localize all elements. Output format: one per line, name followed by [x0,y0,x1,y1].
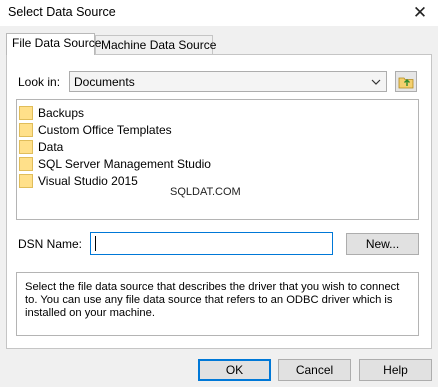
file-label: Backups [38,106,85,120]
button-bar: OK Cancel Help [0,349,438,387]
tab-machine-data-source[interactable]: Machine Data Source [95,35,216,55]
close-button[interactable]: ✕ [402,0,438,26]
folder-up-icon [398,77,414,89]
folder-icon [19,157,33,171]
list-item[interactable]: Data [19,139,63,155]
help-button[interactable]: Help [359,359,432,381]
dsn-name-input[interactable] [90,232,333,255]
title-bar: Select Data Source ✕ [0,0,438,26]
folder-icon [19,174,33,188]
folder-icon [19,123,33,137]
description-box: Select the file data source that describ… [16,272,419,336]
list-item[interactable]: SQL Server Management Studio [19,156,211,172]
look-in-combobox[interactable]: Documents [69,71,387,92]
look-in-value: Documents [74,75,135,89]
ok-button[interactable]: OK [198,359,271,381]
text-caret [95,236,96,251]
list-item[interactable]: Backups [19,105,84,121]
folder-icon [19,140,33,154]
list-item[interactable]: Visual Studio 2015 [19,173,138,189]
tab-file-data-source[interactable]: File Data Source [6,33,101,55]
file-label: SQL Server Management Studio [38,157,211,171]
dsn-name-label: DSN Name: [18,237,83,251]
watermark: SQLDAT.COM [170,186,241,198]
up-one-level-button[interactable] [395,71,417,92]
file-label: Custom Office Templates [38,123,172,137]
chevron-down-icon[interactable] [369,73,383,90]
folder-icon [19,106,33,120]
file-label: Visual Studio 2015 [38,174,138,188]
list-item[interactable]: Custom Office Templates [19,122,172,138]
cancel-button[interactable]: Cancel [278,359,351,381]
new-button[interactable]: New... [346,233,419,255]
file-label: Data [38,140,64,154]
file-list[interactable]: Backups Custom Office Templates Data SQL… [16,99,419,220]
look-in-label: Look in: [18,75,61,89]
window-title: Select Data Source [8,5,116,19]
